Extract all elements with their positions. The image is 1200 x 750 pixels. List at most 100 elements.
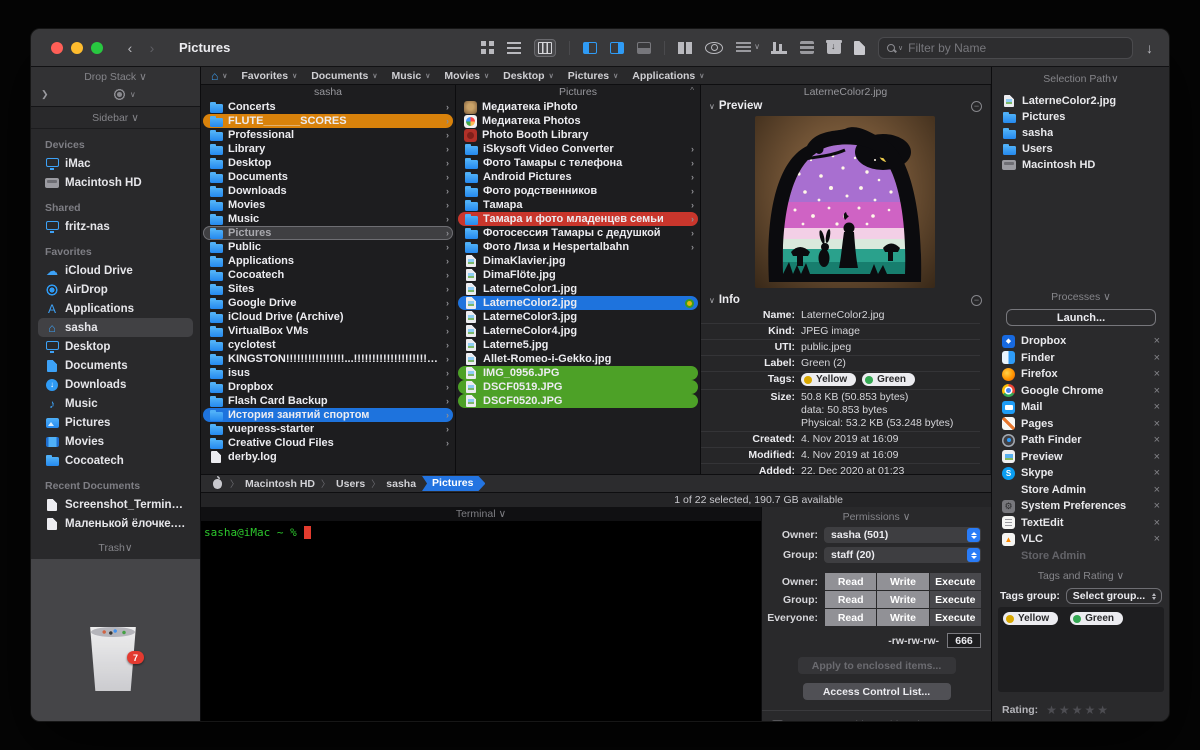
close-icon[interactable]: × (1154, 335, 1164, 347)
file-row[interactable]: Documents› (203, 170, 453, 184)
path-dropdown-music[interactable]: Music∨ (392, 70, 431, 82)
selection-path-item[interactable]: Pictures (1002, 109, 1164, 125)
file-row[interactable]: Pictures› (203, 226, 453, 240)
file-row[interactable]: cyclotest› (203, 338, 453, 352)
collapse-section-icon[interactable]: − (971, 101, 982, 112)
file-row[interactable]: DSCF0519.JPG (458, 380, 698, 394)
tags-rating-header[interactable]: Tags and Rating ∨ (992, 570, 1170, 582)
file-row[interactable]: Фотосессия Тамары с дедушкой› (458, 226, 698, 240)
file-row[interactable]: FLUTE______SCORES› (203, 114, 453, 128)
path-dropdown-home[interactable]: ⌂∨ (211, 70, 227, 82)
file-row[interactable]: LaterneColor4.jpg (458, 324, 698, 338)
sidebar-item-desktop[interactable]: Desktop (38, 337, 193, 356)
owner-select[interactable]: sasha (501) (824, 527, 981, 543)
sidebar-item--pdf[interactable]: Маленькой ёлочке.pdf (38, 514, 193, 533)
terminal-panel[interactable]: Terminal ∨ sasha@iMac ~ % (201, 507, 761, 721)
tools-icon[interactable] (771, 42, 787, 54)
file-row[interactable]: Тамара и фото младенцев семьи› (458, 212, 698, 226)
collapse-section-icon[interactable]: − (971, 295, 982, 306)
sidebar-item-pictures[interactable]: Pictures (38, 413, 193, 432)
file-row[interactable]: isus› (203, 366, 453, 380)
file-row[interactable]: Downloads› (203, 184, 453, 198)
preview-eye-icon[interactable] (705, 42, 723, 54)
process-row-mail[interactable]: Mail× (1002, 399, 1164, 416)
filter-field[interactable]: ∨ (878, 37, 1133, 59)
selection-path-header[interactable]: Selection Path ∨ (992, 71, 1170, 87)
file-row[interactable]: LaterneColor2.jpg (458, 296, 698, 310)
access-control-list-button[interactable]: Access Control List... (803, 683, 951, 700)
path-dropdown-pictures[interactable]: Pictures∨ (568, 70, 619, 82)
file-row[interactable]: Фото Лиза и Hespertalbahn› (458, 240, 698, 254)
file-row[interactable]: Concerts› (203, 100, 453, 114)
close-icon[interactable]: × (1154, 434, 1164, 446)
launch-button[interactable]: Launch... (1006, 309, 1156, 326)
breadcrumb-current[interactable]: Pictures (422, 476, 485, 491)
close-icon[interactable]: × (1154, 451, 1164, 463)
breadcrumb-item[interactable]: Users (336, 478, 365, 490)
tag-pill-yellow[interactable]: Yellow (1003, 612, 1058, 625)
terminal-header[interactable]: Terminal ∨ (201, 507, 761, 521)
close-window-button[interactable] (51, 42, 63, 54)
file-row[interactable]: KINGSTON!!!!!!!!!!!!!!!!...!!!!!!!!!!!!!… (203, 352, 453, 366)
file-row[interactable]: Медиатека iPhoto (458, 100, 698, 114)
path-dropdown-applications[interactable]: Applications∨ (632, 70, 704, 82)
rating-stars[interactable]: ★★★★★ (1046, 703, 1110, 717)
dual-pane-icon[interactable] (678, 42, 692, 54)
file-row[interactable]: IMG_0956.JPG (458, 366, 698, 380)
selection-path-item[interactable]: LaterneColor2.jpg (1002, 93, 1164, 109)
process-row-system-preferences[interactable]: ⚙System Preferences× (1002, 498, 1164, 515)
apply-to-enclosed-button[interactable]: Apply to enclosed items... (798, 657, 956, 674)
process-row-pages[interactable]: Pages× (1002, 416, 1164, 433)
file-row[interactable]: Dropbox› (203, 380, 453, 394)
path-dropdown-favorites[interactable]: Favorites∨ (241, 70, 297, 82)
permission-owner-execute[interactable]: Execute (930, 573, 981, 590)
file-row[interactable]: Allet-Romeo-i-Gekko.jpg (458, 352, 698, 366)
file-row[interactable]: iSkysoft Video Converter› (458, 142, 698, 156)
sidebar-item-applications[interactable]: AApplications (38, 299, 193, 318)
file-row[interactable]: Photo Booth Library (458, 128, 698, 142)
sidebar-item-airdrop[interactable]: AirDrop (38, 280, 193, 299)
process-row-store-admin[interactable]: Store Admin× (1002, 482, 1164, 499)
sort-ascending-icon[interactable]: ^ (690, 86, 694, 95)
file-row[interactable]: Laterne5.jpg (458, 338, 698, 352)
toggle-left-panel-icon[interactable] (583, 42, 597, 54)
processes-header[interactable]: Processes ∨ (992, 291, 1170, 303)
close-icon[interactable]: × (1154, 385, 1164, 397)
preview-section-header[interactable]: ∨ Preview − (701, 98, 990, 114)
info-section-header[interactable]: ∨ Info − (701, 292, 990, 308)
drop-stack-header[interactable]: Drop Stack ∨ (31, 71, 200, 83)
tag-pill-yellow[interactable]: Yellow (801, 373, 856, 386)
grid-view-icon[interactable] (481, 41, 494, 54)
sidebar-item-music[interactable]: ♪Music (38, 394, 193, 413)
close-icon[interactable]: × (1154, 368, 1164, 380)
sidebar-item-downloads[interactable]: ↓Downloads (38, 375, 193, 394)
selection-path-item[interactable]: Macintosh HD (1002, 157, 1164, 173)
process-row-textedit[interactable]: TextEdit× (1002, 515, 1164, 532)
file-row[interactable]: Sites› (203, 282, 453, 296)
close-icon[interactable]: × (1154, 500, 1164, 512)
file-row[interactable]: DimaFlöte.jpg (458, 268, 698, 282)
back-button[interactable]: ‹ (123, 40, 137, 56)
drop-stack-icon[interactable] (800, 41, 814, 54)
list-view-icon[interactable] (507, 42, 521, 54)
process-row-preview[interactable]: Preview× (1002, 449, 1164, 466)
process-row-vlc[interactable]: ▲VLC× (1002, 531, 1164, 548)
file-row[interactable]: LaterneColor3.jpg (458, 310, 698, 324)
file-row[interactable]: Library› (203, 142, 453, 156)
process-row-dropbox[interactable]: ◆Dropbox× (1002, 333, 1164, 350)
process-row-firefox[interactable]: Firefox× (1002, 366, 1164, 383)
close-icon[interactable]: × (1154, 467, 1164, 479)
process-row-finder[interactable]: Finder× (1002, 350, 1164, 367)
tag-pill-green[interactable]: Green (862, 373, 915, 386)
path-dropdown-movies[interactable]: Movies∨ (444, 70, 489, 82)
file-row[interactable]: DimaKlavier.jpg (458, 254, 698, 268)
process-row-path-finder[interactable]: Path Finder× (1002, 432, 1164, 449)
group-select[interactable]: staff (20) (824, 547, 981, 563)
process-row-store-admin[interactable]: Store Admin (1002, 548, 1164, 564)
toggle-panel-gray-icon[interactable] (637, 42, 651, 54)
sidebar-item-fritz-nas[interactable]: fritz-nas (38, 217, 193, 236)
file-row[interactable]: Desktop› (203, 156, 453, 170)
close-icon[interactable]: × (1154, 533, 1164, 545)
permission-group-read[interactable]: Read (825, 591, 876, 608)
mode-octal-field[interactable]: 666 (947, 633, 981, 648)
